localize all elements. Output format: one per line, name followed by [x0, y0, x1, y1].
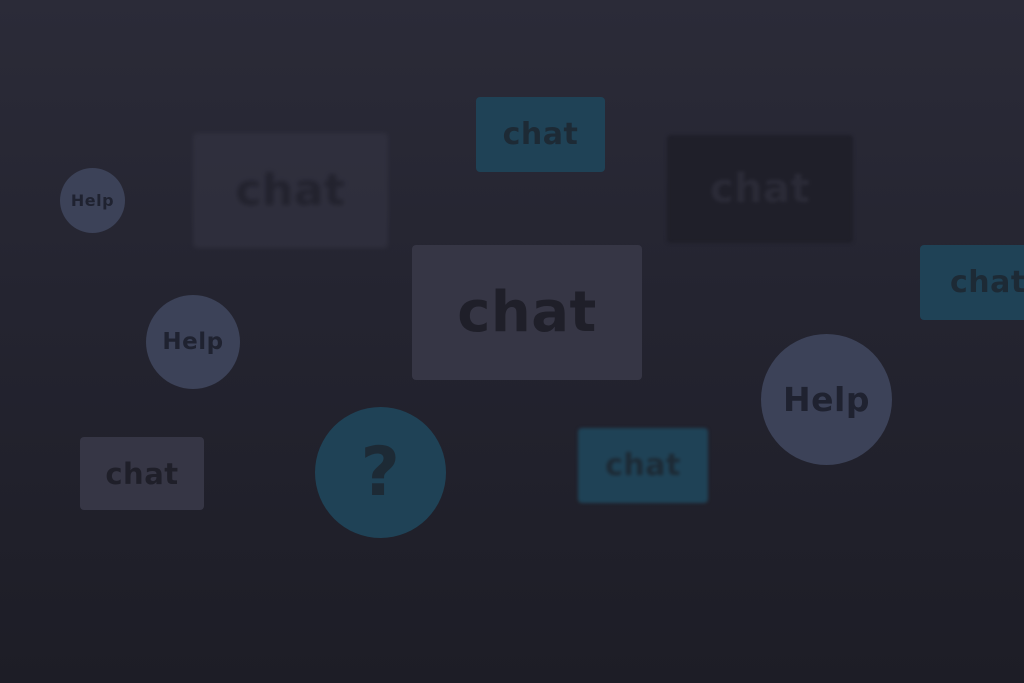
chat-tile: chat	[412, 245, 642, 380]
chat-tile: chat	[578, 428, 708, 503]
question-mark-icon: ?	[315, 407, 446, 538]
chat-tile: chat	[193, 133, 388, 248]
chat-tile: chat	[80, 437, 204, 510]
help-bubble: Help	[761, 334, 892, 465]
chat-help-background: chat chat chat chat chat chat chat Help …	[0, 0, 1024, 683]
help-bubble: Help	[60, 168, 125, 233]
chat-tile: chat	[476, 97, 605, 172]
help-bubble: Help	[146, 295, 240, 389]
chat-tile: chat	[667, 135, 853, 243]
chat-tile: chat	[920, 245, 1024, 320]
